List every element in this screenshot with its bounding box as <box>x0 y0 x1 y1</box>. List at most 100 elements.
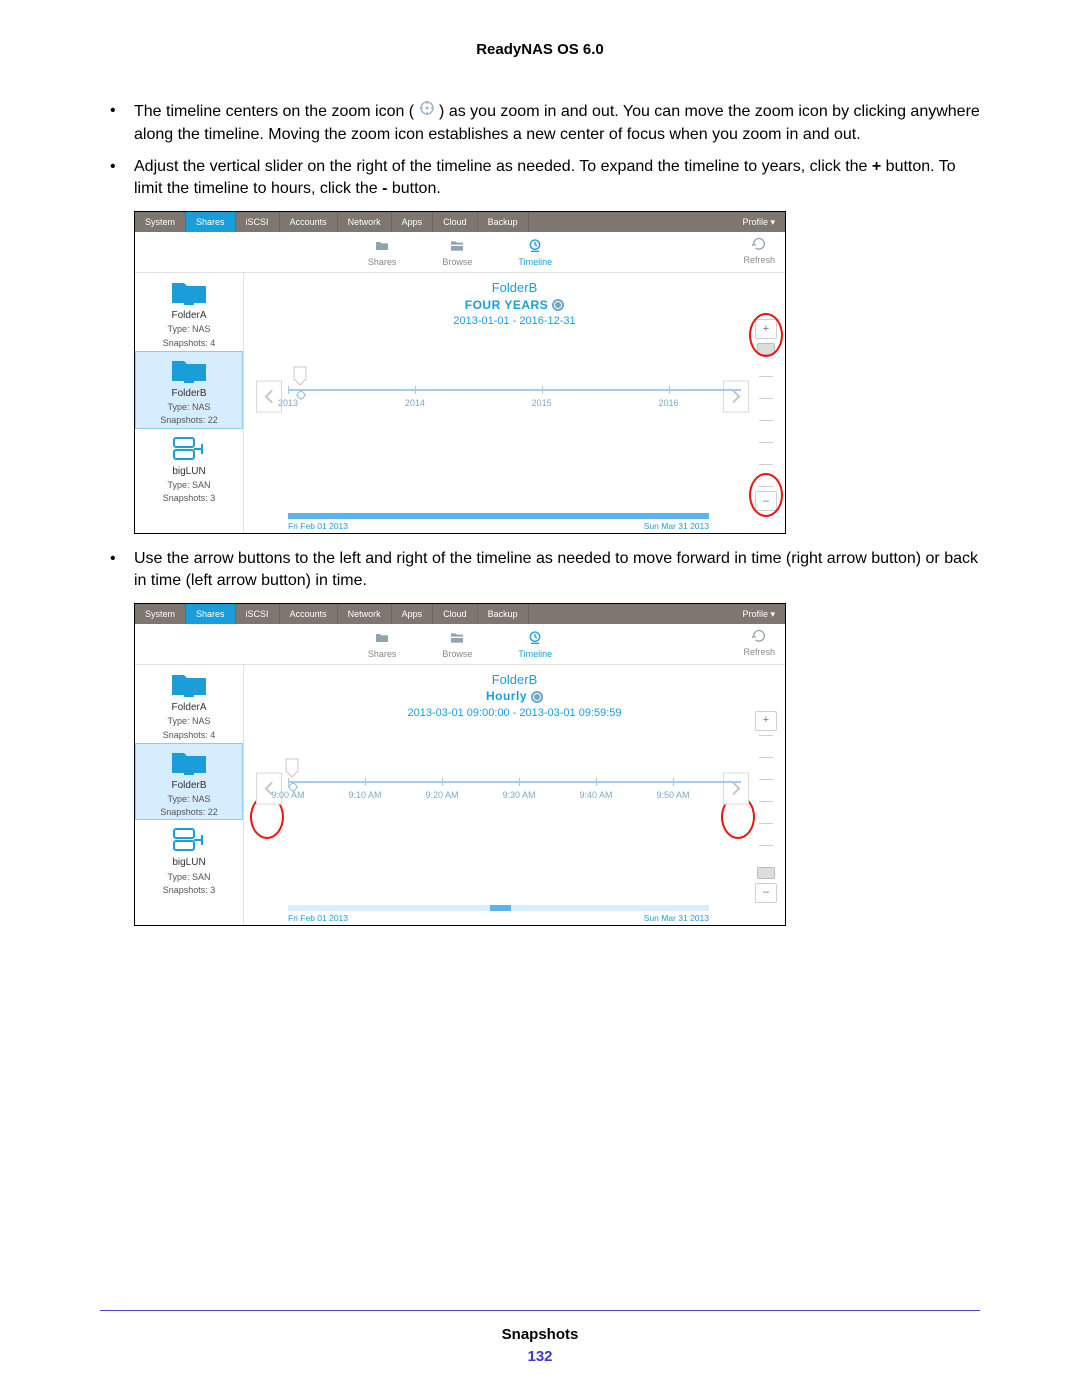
folder-icon <box>170 357 208 385</box>
subnav-browse[interactable]: Browse <box>442 238 472 268</box>
range-fill <box>490 905 511 911</box>
folder-icon <box>170 749 208 777</box>
sidebar-item-folderb[interactable]: FolderB Type: NAS Snapshots: 22 <box>135 351 243 429</box>
doc-title: ReadyNAS OS 6.0 <box>100 40 980 60</box>
clock-badge-icon <box>531 691 543 703</box>
tab-shares[interactable]: Shares <box>186 604 236 624</box>
sidebar-item-snap: Snapshots: 22 <box>139 414 239 426</box>
slider-rail[interactable] <box>764 343 768 487</box>
tab-network[interactable]: Network <box>338 212 392 232</box>
timeline-pointer[interactable] <box>284 757 300 779</box>
subnav-timeline-label: Timeline <box>518 256 552 268</box>
vertical-slider[interactable]: + – <box>755 319 777 511</box>
subnav-shares-label: Shares <box>368 256 397 268</box>
slider-minus-button[interactable]: – <box>755 491 777 511</box>
bullet-list: The timeline centers on the zoom icon ( … <box>100 100 980 201</box>
timeline-track[interactable]: 2013 2014 2015 2016 <box>288 389 741 459</box>
subnav: Shares Browse Timeline Refresh <box>135 624 785 665</box>
clock-icon <box>527 238 543 254</box>
lun-icon <box>170 826 208 854</box>
slider-plus-button[interactable]: + <box>755 711 777 731</box>
vertical-slider[interactable]: + – <box>755 711 777 903</box>
subnav-shares[interactable]: Shares <box>368 630 397 660</box>
slider-rail[interactable] <box>764 735 768 879</box>
subnav-shares[interactable]: Shares <box>368 238 397 268</box>
timeline-header: FolderB FOUR YEARS 2013-01-01 - 2016-12-… <box>244 273 785 329</box>
timeline-axis: 9:00 AM 9:10 AM 9:20 AM 9:30 AM 9:40 AM … <box>288 781 741 783</box>
sidebar-item-foldera[interactable]: FolderA Type: NAS Snapshots: 4 <box>135 273 243 351</box>
range-bar[interactable] <box>288 905 709 911</box>
tick-label: 9:30 AM <box>503 789 536 801</box>
slider-minus-button[interactable]: – <box>755 883 777 903</box>
sidebar-item-label: bigLUN <box>139 856 239 870</box>
refresh-button[interactable]: Refresh <box>743 628 775 658</box>
range-fill <box>288 513 709 519</box>
tab-apps[interactable]: Apps <box>392 604 434 624</box>
refresh-button[interactable]: Refresh <box>743 236 775 266</box>
sidebar: FolderA Type: NAS Snapshots: 4 FolderB T… <box>135 273 244 533</box>
tab-system[interactable]: System <box>135 212 186 232</box>
tab-backup[interactable]: Backup <box>478 604 529 624</box>
subnav-shares-label: Shares <box>368 648 397 660</box>
footer-rule <box>100 1310 980 1311</box>
bullet-3-text: Use the arrow buttons to the left and ri… <box>134 550 978 589</box>
timeline-track[interactable]: 9:00 AM 9:10 AM 9:20 AM 9:30 AM 9:40 AM … <box>288 781 741 851</box>
tab-cloud[interactable]: Cloud <box>433 604 478 624</box>
tick-label: 9:40 AM <box>580 789 613 801</box>
subnav-timeline[interactable]: Timeline <box>518 238 552 268</box>
bullet-1: The timeline centers on the zoom icon ( … <box>100 100 980 146</box>
tab-backup[interactable]: Backup <box>478 212 529 232</box>
footer-page-number: 132 <box>100 1347 980 1367</box>
range-bar[interactable] <box>288 513 709 519</box>
bullet-3: Use the arrow buttons to the left and ri… <box>100 548 980 593</box>
tab-accounts[interactable]: Accounts <box>280 212 338 232</box>
sidebar-item-label: FolderB <box>139 387 239 401</box>
tick-label: 2015 <box>532 397 552 409</box>
timeline-range: 2013-03-01 09:00:00 - 2013-03-01 09:59:5… <box>244 706 785 721</box>
clock-badge-icon <box>552 299 564 311</box>
folder-icon <box>170 279 208 307</box>
bullet-2-text-a: Adjust the vertical slider on the right … <box>134 158 872 175</box>
slider-plus-button[interactable]: + <box>755 319 777 339</box>
clock-icon <box>527 630 543 646</box>
timeline-mode-label: FOUR YEARS <box>465 297 548 313</box>
profile-menu[interactable]: Profile ▾ <box>732 604 785 624</box>
page-footer: Snapshots 132 <box>100 1310 980 1368</box>
timeline-axis: 2013 2014 2015 2016 <box>288 389 741 391</box>
tab-iscsi[interactable]: iSCSI <box>236 604 280 624</box>
subnav-browse[interactable]: Browse <box>442 630 472 660</box>
sidebar-item-biglun[interactable]: bigLUN Type: SAN Snapshots: 3 <box>135 429 243 507</box>
sidebar-item-snap: Snapshots: 4 <box>139 729 239 741</box>
profile-menu[interactable]: Profile ▾ <box>732 212 785 232</box>
timeline-pointer[interactable] <box>292 365 308 387</box>
timeline-pane: FolderB Hourly 2013-03-01 09:00:00 - 201… <box>244 665 785 925</box>
subnav-timeline[interactable]: Timeline <box>518 630 552 660</box>
tab-iscsi[interactable]: iSCSI <box>236 212 280 232</box>
sidebar-item-folderb[interactable]: FolderB Type: NAS Snapshots: 22 <box>135 743 243 821</box>
tab-apps[interactable]: Apps <box>392 212 434 232</box>
sidebar-item-foldera[interactable]: FolderA Type: NAS Snapshots: 4 <box>135 665 243 743</box>
sidebar-item-snap: Snapshots: 22 <box>139 806 239 818</box>
slider-thumb[interactable] <box>757 867 775 879</box>
timeline-mode-label: Hourly <box>486 688 527 704</box>
tab-cloud[interactable]: Cloud <box>433 212 478 232</box>
tab-accounts[interactable]: Accounts <box>280 604 338 624</box>
subnav-browse-label: Browse <box>442 256 472 268</box>
sidebar-item-biglun[interactable]: bigLUN Type: SAN Snapshots: 3 <box>135 820 243 898</box>
subnav-timeline-label: Timeline <box>518 648 552 660</box>
sidebar-item-label: FolderA <box>139 309 239 323</box>
tick-label: 9:50 AM <box>657 789 690 801</box>
screenshot-hourly: System Shares iSCSI Accounts Network App… <box>134 603 786 926</box>
tab-system[interactable]: System <box>135 604 186 624</box>
tab-shares[interactable]: Shares <box>186 212 236 232</box>
screenshot-years: System Shares iSCSI Accounts Network App… <box>134 211 786 534</box>
tab-network[interactable]: Network <box>338 604 392 624</box>
folder-icon <box>374 630 390 646</box>
refresh-label: Refresh <box>743 646 775 658</box>
page: ReadyNAS OS 6.0 The timeline centers on … <box>0 0 1080 1397</box>
timeline-range: 2013-01-01 - 2016-12-31 <box>244 314 785 329</box>
tick-label: 9:00 AM <box>271 789 304 801</box>
timeline-header: FolderB Hourly 2013-03-01 09:00:00 - 201… <box>244 665 785 721</box>
slider-thumb[interactable] <box>757 343 775 355</box>
bullet-2: Adjust the vertical slider on the right … <box>100 156 980 201</box>
